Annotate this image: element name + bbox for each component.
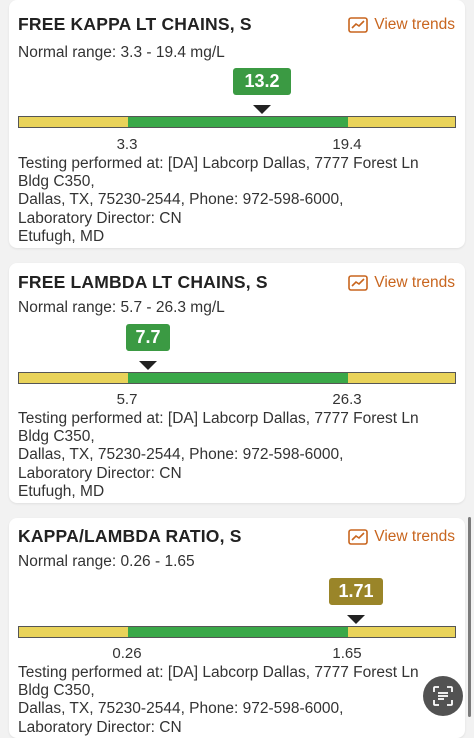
result-card-free-lambda: FREE LAMBDA LT CHAINS, S View trends Nor… (9, 263, 465, 503)
result-pointer (347, 615, 365, 624)
trend-chart-icon (348, 17, 369, 33)
range-bar (18, 116, 456, 128)
view-trends-button[interactable]: View trends (348, 274, 455, 292)
normal-range: Normal range: 0.26 - 1.65 (18, 553, 195, 570)
range-bar-low (19, 117, 128, 127)
trend-chart-icon (348, 275, 369, 291)
trend-chart-icon (348, 529, 369, 545)
range-bar-normal (128, 117, 348, 127)
result-value-badge: 13.2 (233, 68, 291, 95)
result-value-badge: 7.7 (126, 324, 170, 351)
result-title: FREE LAMBDA LT CHAINS, S (18, 272, 268, 292)
lab-info: Testing performed at: [DA] Labcorp Dalla… (18, 410, 419, 500)
normal-range: Normal range: 5.7 - 26.3 mg/L (18, 299, 225, 316)
range-bar-high (348, 627, 455, 637)
lab-info: Testing performed at: [DA] Labcorp Dalla… (18, 155, 419, 245)
result-card-kappa-lambda-ratio: KAPPA/LAMBDA RATIO, S View trends Normal… (9, 518, 465, 738)
result-pointer (253, 105, 271, 114)
range-bar-normal (128, 373, 348, 383)
range-low-label: 5.7 (116, 391, 138, 408)
range-high-label: 26.3 (332, 391, 362, 408)
range-bar-high (348, 117, 455, 127)
range-bar-high (348, 373, 455, 383)
result-pointer (139, 361, 157, 370)
range-bar (18, 626, 456, 638)
range-bar-low (19, 627, 128, 637)
document-scan-button[interactable] (423, 676, 463, 716)
result-card-free-kappa: FREE KAPPA LT CHAINS, S View trends Norm… (9, 0, 465, 248)
view-trends-button[interactable]: View trends (348, 528, 455, 546)
range-bar (18, 372, 456, 384)
view-trends-label: View trends (374, 528, 455, 545)
view-trends-label: View trends (374, 16, 455, 33)
normal-range: Normal range: 3.3 - 19.4 mg/L (18, 44, 225, 61)
document-scan-icon (433, 686, 453, 706)
result-title: KAPPA/LAMBDA RATIO, S (18, 526, 242, 546)
range-high-label: 19.4 (332, 136, 362, 153)
range-low-label: 0.26 (112, 645, 142, 662)
range-high-label: 1.65 (332, 645, 362, 662)
view-trends-label: View trends (374, 274, 455, 291)
view-trends-button[interactable]: View trends (348, 16, 455, 34)
scrollbar-thumb[interactable] (468, 517, 471, 717)
range-low-label: 3.3 (116, 136, 138, 153)
range-bar-normal (128, 627, 348, 637)
result-title: FREE KAPPA LT CHAINS, S (18, 14, 252, 34)
result-value-badge: 1.71 (329, 578, 383, 605)
range-bar-low (19, 373, 128, 383)
